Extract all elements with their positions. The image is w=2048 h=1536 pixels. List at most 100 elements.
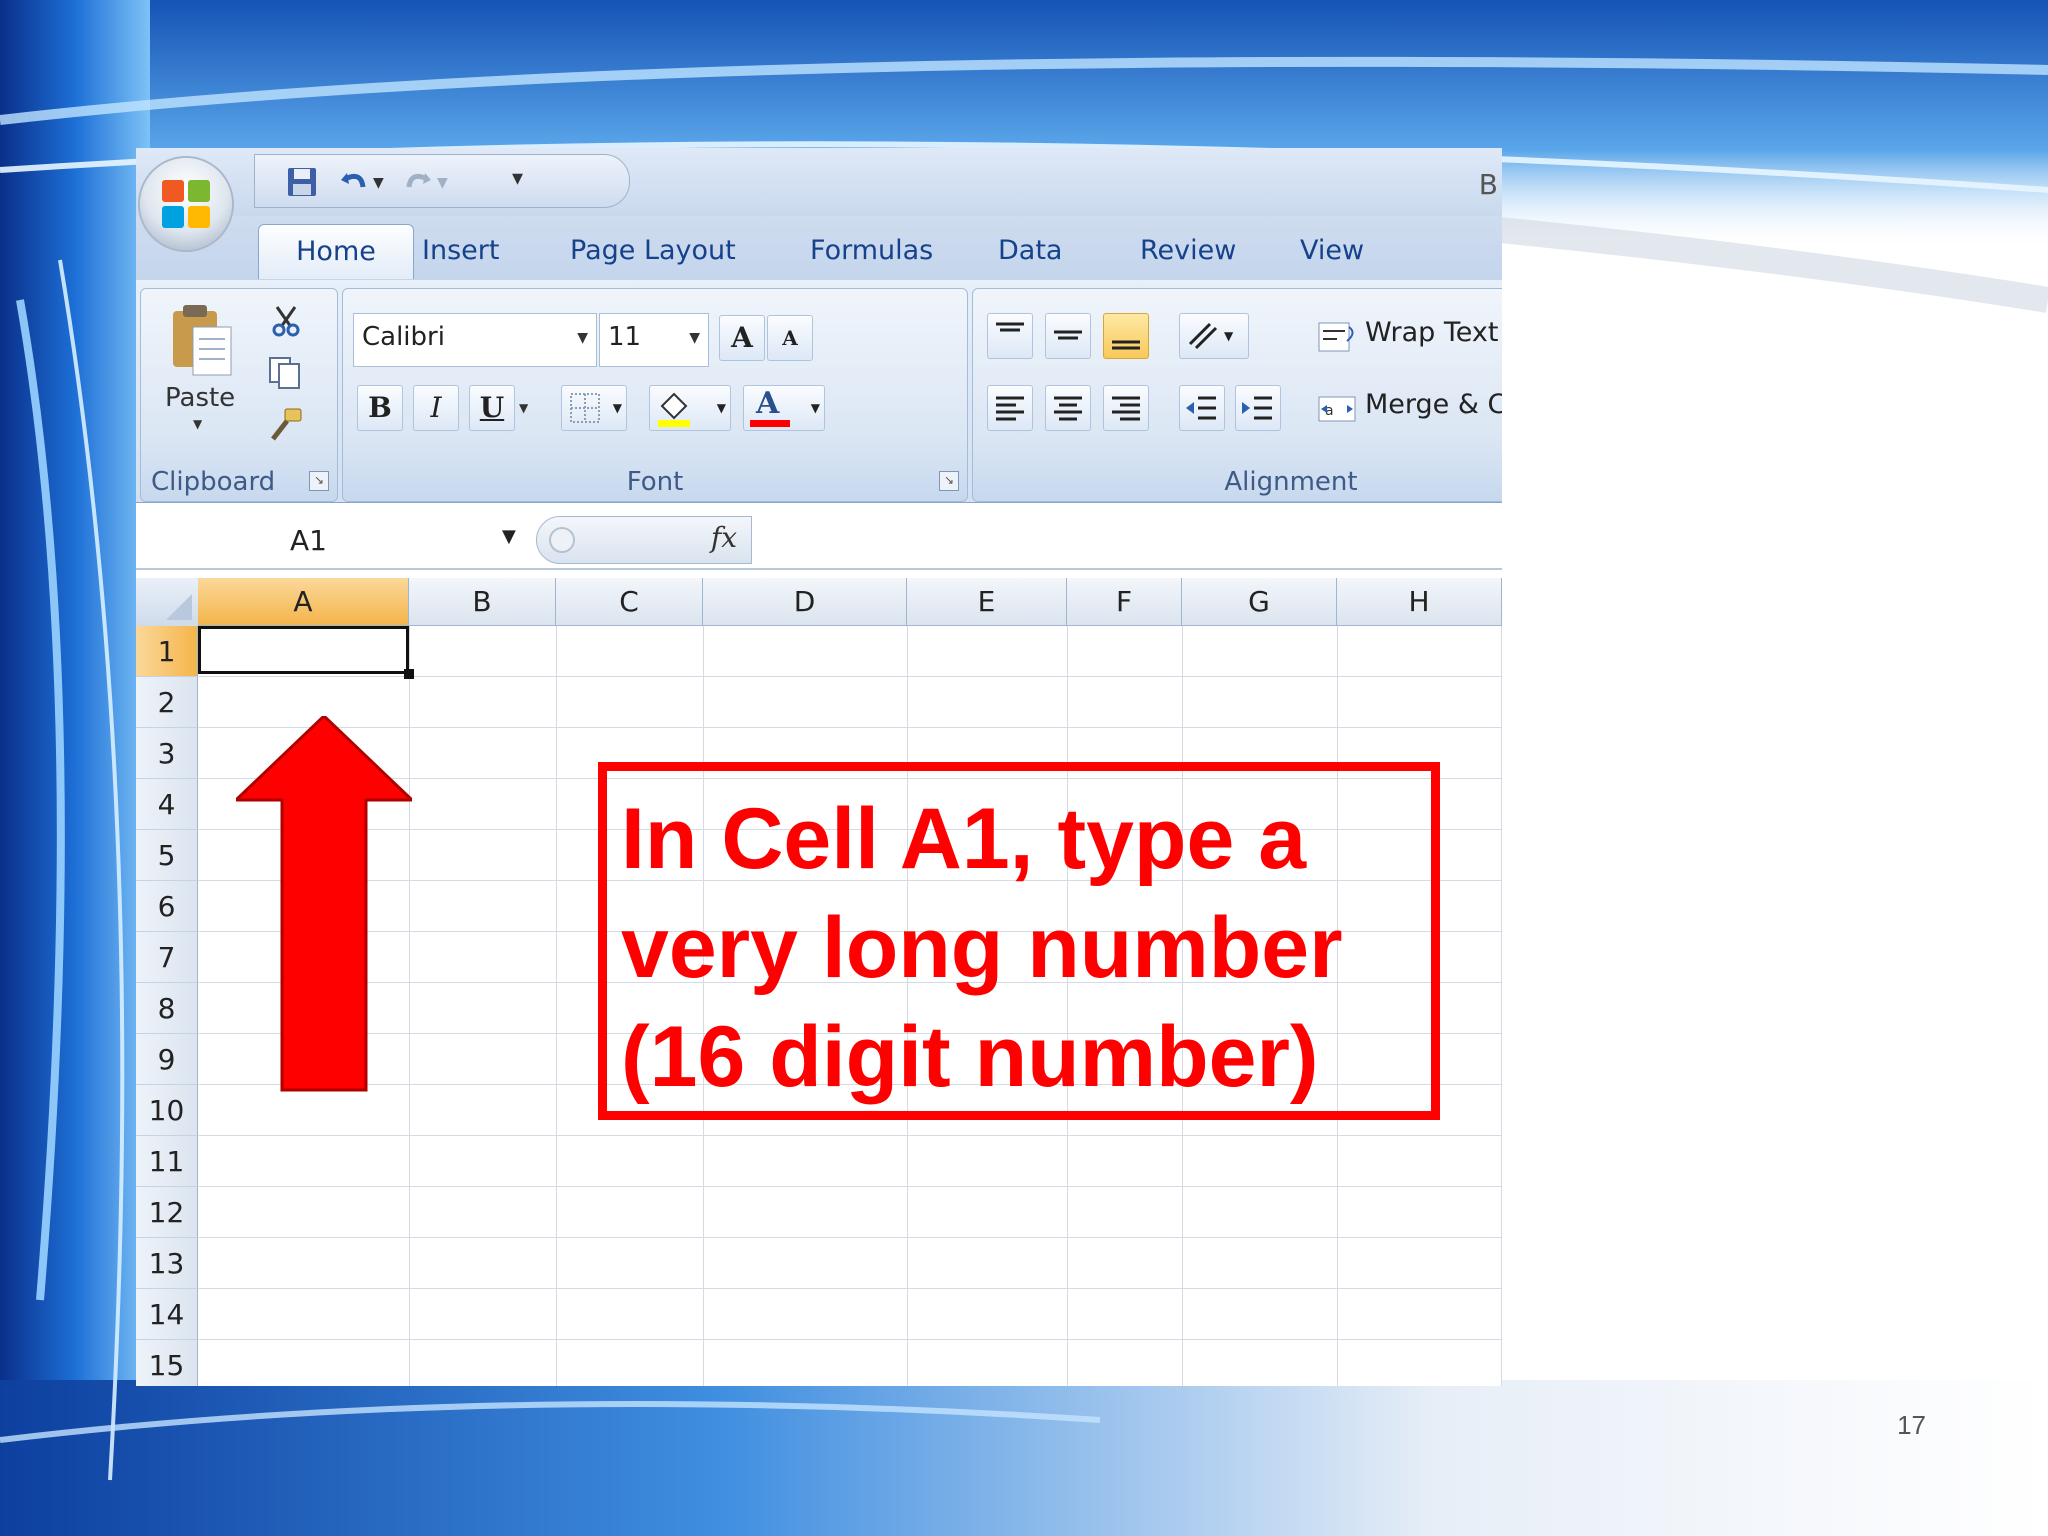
italic-button[interactable]: I [413, 385, 459, 431]
align-middle-icon[interactable] [1045, 313, 1091, 359]
column-header-c[interactable]: C [556, 578, 703, 626]
gridline [198, 1237, 1502, 1238]
paste-label: Paste [165, 383, 236, 413]
clipboard-group: Paste ▼ Clipboard ↘ [140, 288, 338, 502]
column-header-f[interactable]: F [1067, 578, 1182, 626]
up-arrow-icon [236, 716, 412, 1092]
wrap-text-label: Wrap Text [1365, 317, 1499, 348]
gridline [556, 626, 557, 1386]
tab-view[interactable]: View [1282, 224, 1382, 278]
column-header-d[interactable]: D [703, 578, 907, 626]
font-launcher-icon[interactable]: ↘ [939, 471, 959, 491]
alignment-group-label: Alignment [1224, 467, 1358, 497]
formula-input[interactable] [754, 512, 1502, 568]
cut-icon[interactable] [269, 303, 303, 337]
row-header-15[interactable]: 15 [136, 1340, 198, 1386]
font-size-value: 11 [608, 322, 642, 352]
name-box[interactable]: A1 ▼ [136, 512, 526, 568]
row-header-4[interactable]: 4 [136, 779, 198, 830]
font-size-dropdown-icon: ▼ [689, 330, 700, 346]
tab-page-layout[interactable]: Page Layout [552, 224, 754, 278]
wrap-text-button[interactable]: Wrap Text [1317, 313, 1502, 363]
clipboard-launcher-icon[interactable]: ↘ [309, 471, 329, 491]
instruction-line-3: (16 digit number) [621, 1009, 1319, 1105]
align-right-icon[interactable] [1103, 385, 1149, 431]
row-header-13[interactable]: 13 [136, 1238, 198, 1289]
active-cell-a1[interactable] [198, 626, 409, 674]
name-box-dropdown-icon[interactable]: ▼ [502, 526, 516, 547]
name-box-value: A1 [290, 524, 327, 557]
copy-icon[interactable] [267, 355, 303, 391]
column-header-g[interactable]: G [1182, 578, 1337, 626]
grow-font-button[interactable]: A [719, 315, 765, 361]
font-size-select[interactable]: 11 ▼ [599, 313, 709, 367]
fill-color-icon [658, 392, 690, 427]
merge-center-icon: a [1318, 396, 1356, 422]
redo-icon[interactable] [401, 165, 435, 199]
quick-access-toolbar: ▼ ▼ [254, 154, 630, 208]
row-header-3[interactable]: 3 [136, 728, 198, 779]
font-group: Calibri ▼ 11 ▼ A A B I U ▼ ▼ ▼ A ▼ Font … [342, 288, 968, 502]
underline-dropdown-icon[interactable]: ▼ [519, 401, 528, 415]
underline-button[interactable]: U [469, 385, 515, 431]
expand-formula-icon[interactable] [549, 527, 575, 553]
gridline [198, 1186, 1502, 1187]
font-group-label: Font [626, 467, 684, 497]
row-header-2[interactable]: 2 [136, 677, 198, 728]
save-icon[interactable] [285, 165, 319, 199]
formula-bar: A1 ▼ fx [136, 512, 1502, 570]
fill-color-dropdown-icon: ▼ [716, 401, 726, 415]
font-color-dropdown-icon: ▼ [810, 401, 820, 415]
bold-button[interactable]: B [357, 385, 403, 431]
fill-handle[interactable] [404, 669, 414, 679]
row-header-11[interactable]: 11 [136, 1136, 198, 1187]
row-header-7[interactable]: 7 [136, 932, 198, 983]
align-left-icon[interactable] [987, 385, 1033, 431]
row-header-12[interactable]: 12 [136, 1187, 198, 1238]
format-painter-icon[interactable] [267, 407, 305, 445]
merge-center-button[interactable]: a Merge & Center ▼ [1317, 385, 1502, 435]
borders-button[interactable]: ▼ [561, 385, 627, 431]
merge-center-label: Merge & Center [1365, 389, 1502, 420]
row-header-10[interactable]: 10 [136, 1085, 198, 1136]
insert-function-button[interactable]: fx [711, 521, 737, 554]
align-top-icon[interactable] [987, 313, 1033, 359]
align-center-icon[interactable] [1045, 385, 1091, 431]
row-header-8[interactable]: 8 [136, 983, 198, 1034]
row-header-6[interactable]: 6 [136, 881, 198, 932]
paste-dropdown-icon: ▼ [193, 417, 203, 431]
paste-button[interactable]: Paste ▼ [163, 299, 243, 439]
row-header-5[interactable]: 5 [136, 830, 198, 881]
tab-review[interactable]: Review [1122, 224, 1254, 278]
tab-formulas[interactable]: Formulas [792, 224, 951, 278]
select-all-button[interactable] [136, 578, 199, 627]
fill-color-button[interactable]: ▼ [649, 385, 731, 431]
row-header-1[interactable]: 1 [136, 626, 198, 677]
font-name-select[interactable]: Calibri ▼ [353, 313, 597, 367]
redo-dropdown-icon[interactable]: ▼ [437, 175, 448, 191]
tab-data[interactable]: Data [980, 224, 1080, 278]
borders-dropdown-icon: ▼ [612, 401, 622, 415]
ribbon: Paste ▼ Clipboard ↘ Calibri ▼ 11 ▼ A A B… [136, 280, 1502, 503]
customize-qat-icon[interactable]: ▾ [512, 166, 523, 191]
undo-dropdown-icon[interactable]: ▼ [373, 175, 384, 191]
font-color-swatch [750, 420, 790, 427]
row-header-9[interactable]: 9 [136, 1034, 198, 1085]
column-header-e[interactable]: E [907, 578, 1067, 626]
column-header-b[interactable]: B [409, 578, 556, 626]
decrease-indent-icon[interactable] [1179, 385, 1225, 431]
orientation-icon[interactable]: ▼ [1179, 313, 1249, 359]
column-header-a[interactable]: A [198, 578, 409, 626]
increase-indent-icon[interactable] [1235, 385, 1281, 431]
font-color-button[interactable]: A ▼ [743, 385, 825, 431]
shrink-font-button[interactable]: A [767, 315, 813, 361]
tab-home[interactable]: Home [258, 224, 414, 279]
borders-icon [570, 393, 600, 423]
undo-icon[interactable] [337, 165, 371, 199]
tab-insert[interactable]: Insert [404, 224, 517, 278]
column-header-h[interactable]: H [1337, 578, 1502, 626]
wrap-text-icon [1318, 322, 1354, 352]
row-header-14[interactable]: 14 [136, 1289, 198, 1340]
align-bottom-icon[interactable] [1103, 313, 1149, 359]
office-button[interactable] [140, 158, 232, 250]
